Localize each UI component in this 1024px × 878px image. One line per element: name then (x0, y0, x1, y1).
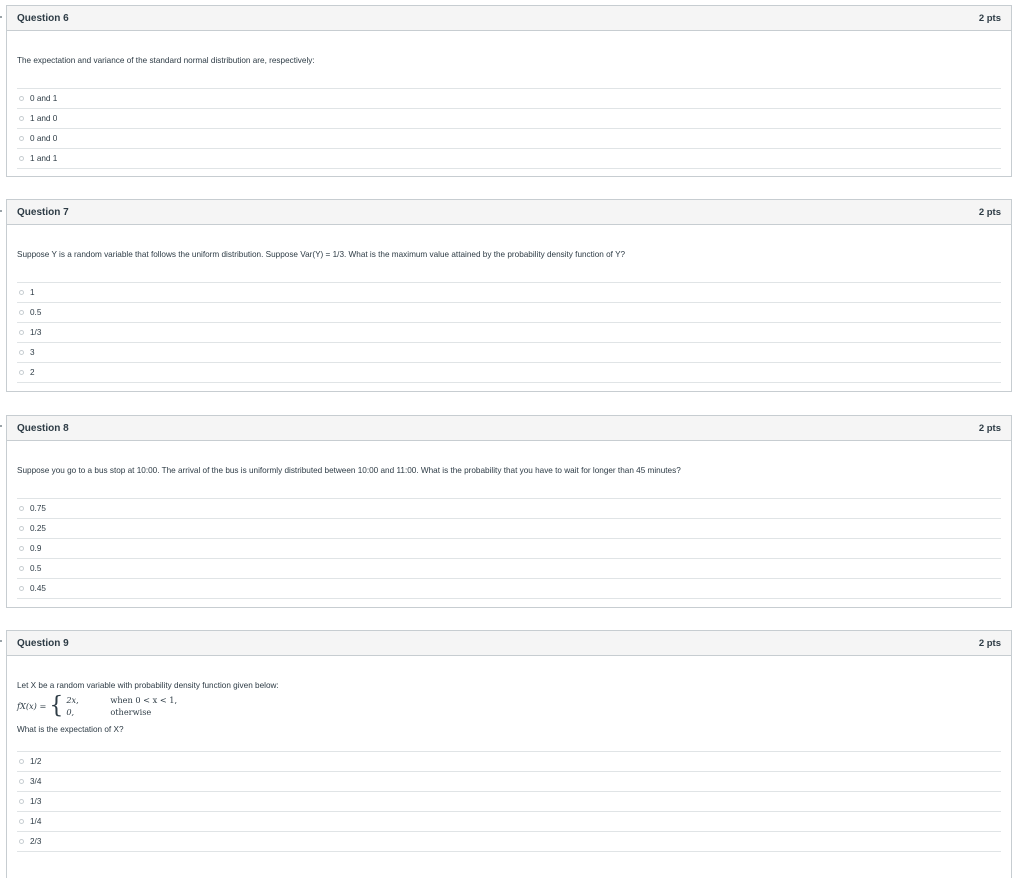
answer-option[interactable]: 0.75 (17, 499, 1001, 519)
radio-button[interactable] (19, 839, 24, 844)
answer-label: 0.75 (30, 504, 46, 513)
question-header: Question 8 2 pts (7, 416, 1011, 441)
answer-option[interactable]: 0.5 (17, 303, 1001, 323)
answer-label: 0.9 (30, 544, 42, 553)
radio-button[interactable] (19, 116, 24, 121)
answer-option[interactable]: 3 (17, 343, 1001, 363)
question-points: 2 pts (978, 12, 1001, 24)
radio-button[interactable] (19, 506, 24, 511)
answer-option[interactable]: 1/2 (17, 752, 1001, 772)
radio-button[interactable] (19, 759, 24, 764)
answer-option[interactable]: 1/3 (17, 792, 1001, 812)
answer-list: 0 and 1 1 and 0 0 and 0 1 and 1 (17, 88, 1001, 169)
answer-label: 1 and 0 (30, 114, 58, 123)
answer-option[interactable]: 0 and 0 (17, 129, 1001, 149)
radio-button[interactable] (19, 799, 24, 804)
radio-button[interactable] (19, 96, 24, 101)
answer-label: 1/3 (30, 328, 42, 337)
radio-button[interactable] (19, 136, 24, 141)
answer-option[interactable]: 0.45 (17, 579, 1001, 599)
case-value: 0, (66, 707, 75, 717)
question-title: Question 8 (17, 422, 69, 434)
radio-button[interactable] (19, 586, 24, 591)
edge-marker (0, 16, 2, 18)
pdf-formula: fX(x) = { 2x, when 0 < x < 1, 0, otherwi… (17, 692, 1001, 719)
answer-label: 1/3 (30, 797, 42, 806)
answer-label: 1 and 1 (30, 154, 58, 163)
answer-label: 0.45 (30, 584, 46, 593)
answer-option[interactable]: 0.9 (17, 539, 1001, 559)
answer-option[interactable]: 1/4 (17, 812, 1001, 832)
answer-option[interactable]: 2 (17, 363, 1001, 383)
question-header: Question 6 2 pts (7, 6, 1011, 31)
answer-option[interactable]: 2/3 (17, 832, 1001, 852)
answer-option[interactable]: 0.25 (17, 519, 1001, 539)
answer-option[interactable]: 0 and 1 (17, 89, 1001, 109)
answer-list: 1/2 3/4 1/3 1/4 2/3 (17, 751, 1001, 852)
answer-list: 1 0.5 1/3 3 2 (17, 282, 1001, 383)
radio-button[interactable] (19, 350, 24, 355)
question-text: Suppose you go to a bus stop at 10:00. T… (17, 466, 681, 475)
case-condition: when 0 < x < 1, (110, 695, 178, 705)
brace-symbol: { (49, 692, 64, 719)
answer-label: 0.25 (30, 524, 46, 533)
question-text: Let X be a random variable with probabil… (17, 681, 279, 690)
answer-label: 1 (30, 288, 35, 297)
answer-option[interactable]: 1 and 0 (17, 109, 1001, 129)
case-value: 2x, (66, 695, 79, 705)
question-text: Suppose Y is a random variable that foll… (17, 250, 626, 259)
question-title: Question 9 (17, 637, 69, 649)
radio-button[interactable] (19, 370, 24, 375)
question-points: 2 pts (978, 206, 1001, 218)
answer-option[interactable]: 1 (17, 283, 1001, 303)
question-text: The expectation and variance of the stan… (17, 56, 315, 65)
question-header: Question 7 2 pts (7, 200, 1011, 225)
answer-label: 2 (30, 368, 35, 377)
answer-label: 3 (30, 348, 35, 357)
edge-marker (0, 425, 2, 427)
radio-button[interactable] (19, 779, 24, 784)
answer-label: 3/4 (30, 777, 42, 786)
question-7-card: Question 7 2 pts Suppose Y is a random v… (6, 199, 1012, 392)
question-points: 2 pts (978, 637, 1001, 649)
answer-option[interactable]: 1 and 1 (17, 149, 1001, 169)
question-points: 2 pts (978, 422, 1001, 434)
answer-list: 0.75 0.25 0.9 0.5 0.45 (17, 498, 1001, 599)
radio-button[interactable] (19, 566, 24, 571)
question-followup: What is the expectation of X? (17, 725, 124, 734)
answer-label: 2/3 (30, 837, 42, 846)
answer-option[interactable]: 3/4 (17, 772, 1001, 792)
answer-option[interactable]: 0.5 (17, 559, 1001, 579)
formula-lhs: fX(x) = (17, 701, 47, 711)
radio-button[interactable] (19, 310, 24, 315)
question-header: Question 9 2 pts (7, 631, 1011, 656)
answer-label: 0 and 1 (30, 94, 58, 103)
answer-option[interactable]: 1/3 (17, 323, 1001, 343)
question-6-card: Question 6 2 pts The expectation and var… (6, 5, 1012, 177)
case-condition: otherwise (110, 707, 152, 717)
edge-marker (0, 210, 2, 212)
radio-button[interactable] (19, 156, 24, 161)
question-8-card: Question 8 2 pts Suppose you go to a bus… (6, 415, 1012, 608)
answer-label: 0.5 (30, 564, 42, 573)
question-9-card: Question 9 2 pts Let X be a random varia… (6, 630, 1012, 878)
question-title: Question 7 (17, 206, 69, 218)
question-title: Question 6 (17, 12, 69, 24)
answer-label: 0.5 (30, 308, 42, 317)
radio-button[interactable] (19, 546, 24, 551)
formula-cases: 2x, when 0 < x < 1, 0, otherwise (66, 695, 177, 717)
edge-marker (0, 640, 2, 642)
radio-button[interactable] (19, 819, 24, 824)
radio-button[interactable] (19, 330, 24, 335)
answer-label: 1/2 (30, 757, 42, 766)
answer-label: 1/4 (30, 817, 42, 826)
radio-button[interactable] (19, 526, 24, 531)
answer-label: 0 and 0 (30, 134, 58, 143)
radio-button[interactable] (19, 290, 24, 295)
